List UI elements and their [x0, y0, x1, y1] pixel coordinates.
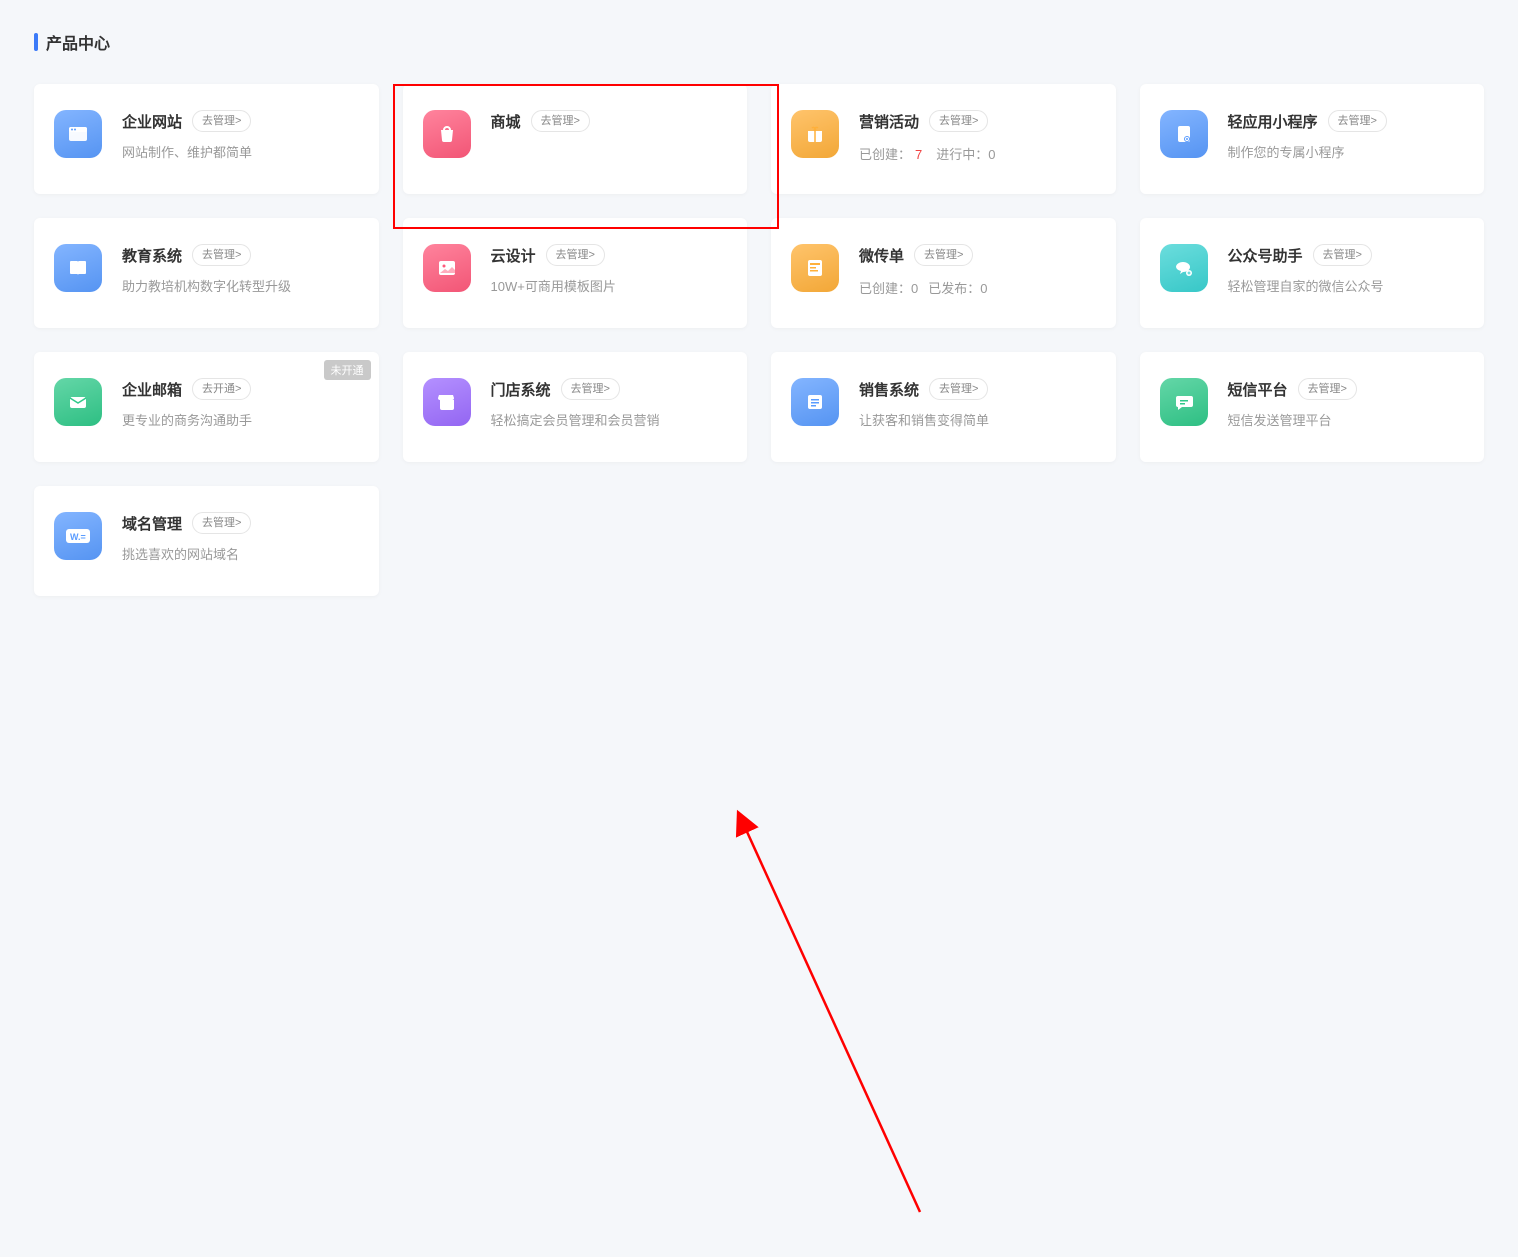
card-title: 门店系统	[491, 379, 551, 400]
manage-button[interactable]: 去管理>	[929, 110, 988, 132]
domain-icon: W.=	[54, 512, 102, 560]
accent-bar	[34, 33, 38, 51]
marketing-icon	[791, 110, 839, 158]
mp-icon	[1160, 244, 1208, 292]
card-title: 营销活动	[859, 111, 919, 132]
card-stats: 已创建：7进行中：0	[859, 144, 1096, 163]
card-sms[interactable]: 短信平台 去管理> 短信发送管理平台	[1140, 352, 1485, 462]
card-desc: 轻松管理自家的微信公众号	[1228, 278, 1465, 296]
card-desc: 助力教培机构数字化转型升级	[122, 278, 359, 296]
sms-icon	[1160, 378, 1208, 426]
card-flyer[interactable]: 微传单 去管理> 已创建：0已发布：0	[771, 218, 1116, 328]
card-mail[interactable]: 未开通 企业邮箱 去开通> 更专业的商务沟通助手	[34, 352, 379, 462]
card-desc: 更专业的商务沟通助手	[122, 412, 359, 430]
manage-button[interactable]: 去管理>	[192, 512, 251, 534]
edu-icon	[54, 244, 102, 292]
card-marketing[interactable]: 营销活动 去管理> 已创建：7进行中：0	[771, 84, 1116, 194]
card-desc: 10W+可商用模板图片	[491, 278, 728, 296]
manage-button[interactable]: 去管理>	[1328, 110, 1387, 132]
card-mp[interactable]: 公众号助手 去管理> 轻松管理自家的微信公众号	[1140, 218, 1485, 328]
section-title-row: 产品中心	[34, 30, 1484, 54]
card-title: 短信平台	[1228, 379, 1288, 400]
card-title: 企业网站	[122, 111, 182, 132]
card-edu[interactable]: 教育系统 去管理> 助力教培机构数字化转型升级	[34, 218, 379, 328]
manage-button[interactable]: 去管理>	[1298, 378, 1357, 400]
miniapp-icon	[1160, 110, 1208, 158]
card-site[interactable]: 企业网站 去管理> 网站制作、维护都简单	[34, 84, 379, 194]
highlight-box	[393, 84, 779, 229]
card-desc: 短信发送管理平台	[1228, 412, 1465, 430]
svg-text:W.=: W.=	[70, 532, 86, 542]
store-icon	[423, 378, 471, 426]
card-stats: 已创建：0已发布：0	[859, 278, 1096, 297]
manage-button[interactable]: 去管理>	[546, 244, 605, 266]
card-title: 公众号助手	[1228, 245, 1303, 266]
design-icon	[423, 244, 471, 292]
manage-button[interactable]: 去管理>	[561, 378, 620, 400]
card-design[interactable]: 云设计 去管理> 10W+可商用模板图片	[403, 218, 748, 328]
manage-button[interactable]: 去管理>	[192, 110, 251, 132]
site-icon	[54, 110, 102, 158]
activate-button[interactable]: 去开通>	[192, 378, 251, 400]
card-store[interactable]: 门店系统 去管理> 轻松搞定会员管理和会员营销	[403, 352, 748, 462]
card-sales[interactable]: 销售系统 去管理> 让获客和销售变得简单	[771, 352, 1116, 462]
manage-button[interactable]: 去管理>	[1313, 244, 1372, 266]
card-desc: 网站制作、维护都简单	[122, 144, 359, 162]
card-desc: 挑选喜欢的网站域名	[122, 546, 359, 564]
section-title: 产品中心	[46, 30, 110, 54]
manage-button[interactable]: 去管理>	[929, 378, 988, 400]
card-title: 企业邮箱	[122, 379, 182, 400]
arrow-annotation	[0, 596, 1518, 1257]
inactive-badge: 未开通	[324, 360, 371, 380]
card-title: 销售系统	[859, 379, 919, 400]
card-title: 微传单	[859, 245, 904, 266]
manage-button[interactable]: 去管理>	[914, 244, 973, 266]
card-title: 教育系统	[122, 245, 182, 266]
card-desc: 轻松搞定会员管理和会员营销	[491, 412, 728, 430]
card-desc: 制作您的专属小程序	[1228, 144, 1465, 162]
sales-icon	[791, 378, 839, 426]
card-domain[interactable]: W.= 域名管理 去管理> 挑选喜欢的网站域名	[34, 486, 379, 596]
flyer-icon	[791, 244, 839, 292]
manage-button[interactable]: 去管理>	[192, 244, 251, 266]
card-title: 轻应用小程序	[1228, 111, 1318, 132]
mail-icon	[54, 378, 102, 426]
card-miniapp[interactable]: 轻应用小程序 去管理> 制作您的专属小程序	[1140, 84, 1485, 194]
card-desc: 让获客和销售变得简单	[859, 412, 1096, 430]
card-title: 云设计	[491, 245, 536, 266]
card-title: 域名管理	[122, 513, 182, 534]
